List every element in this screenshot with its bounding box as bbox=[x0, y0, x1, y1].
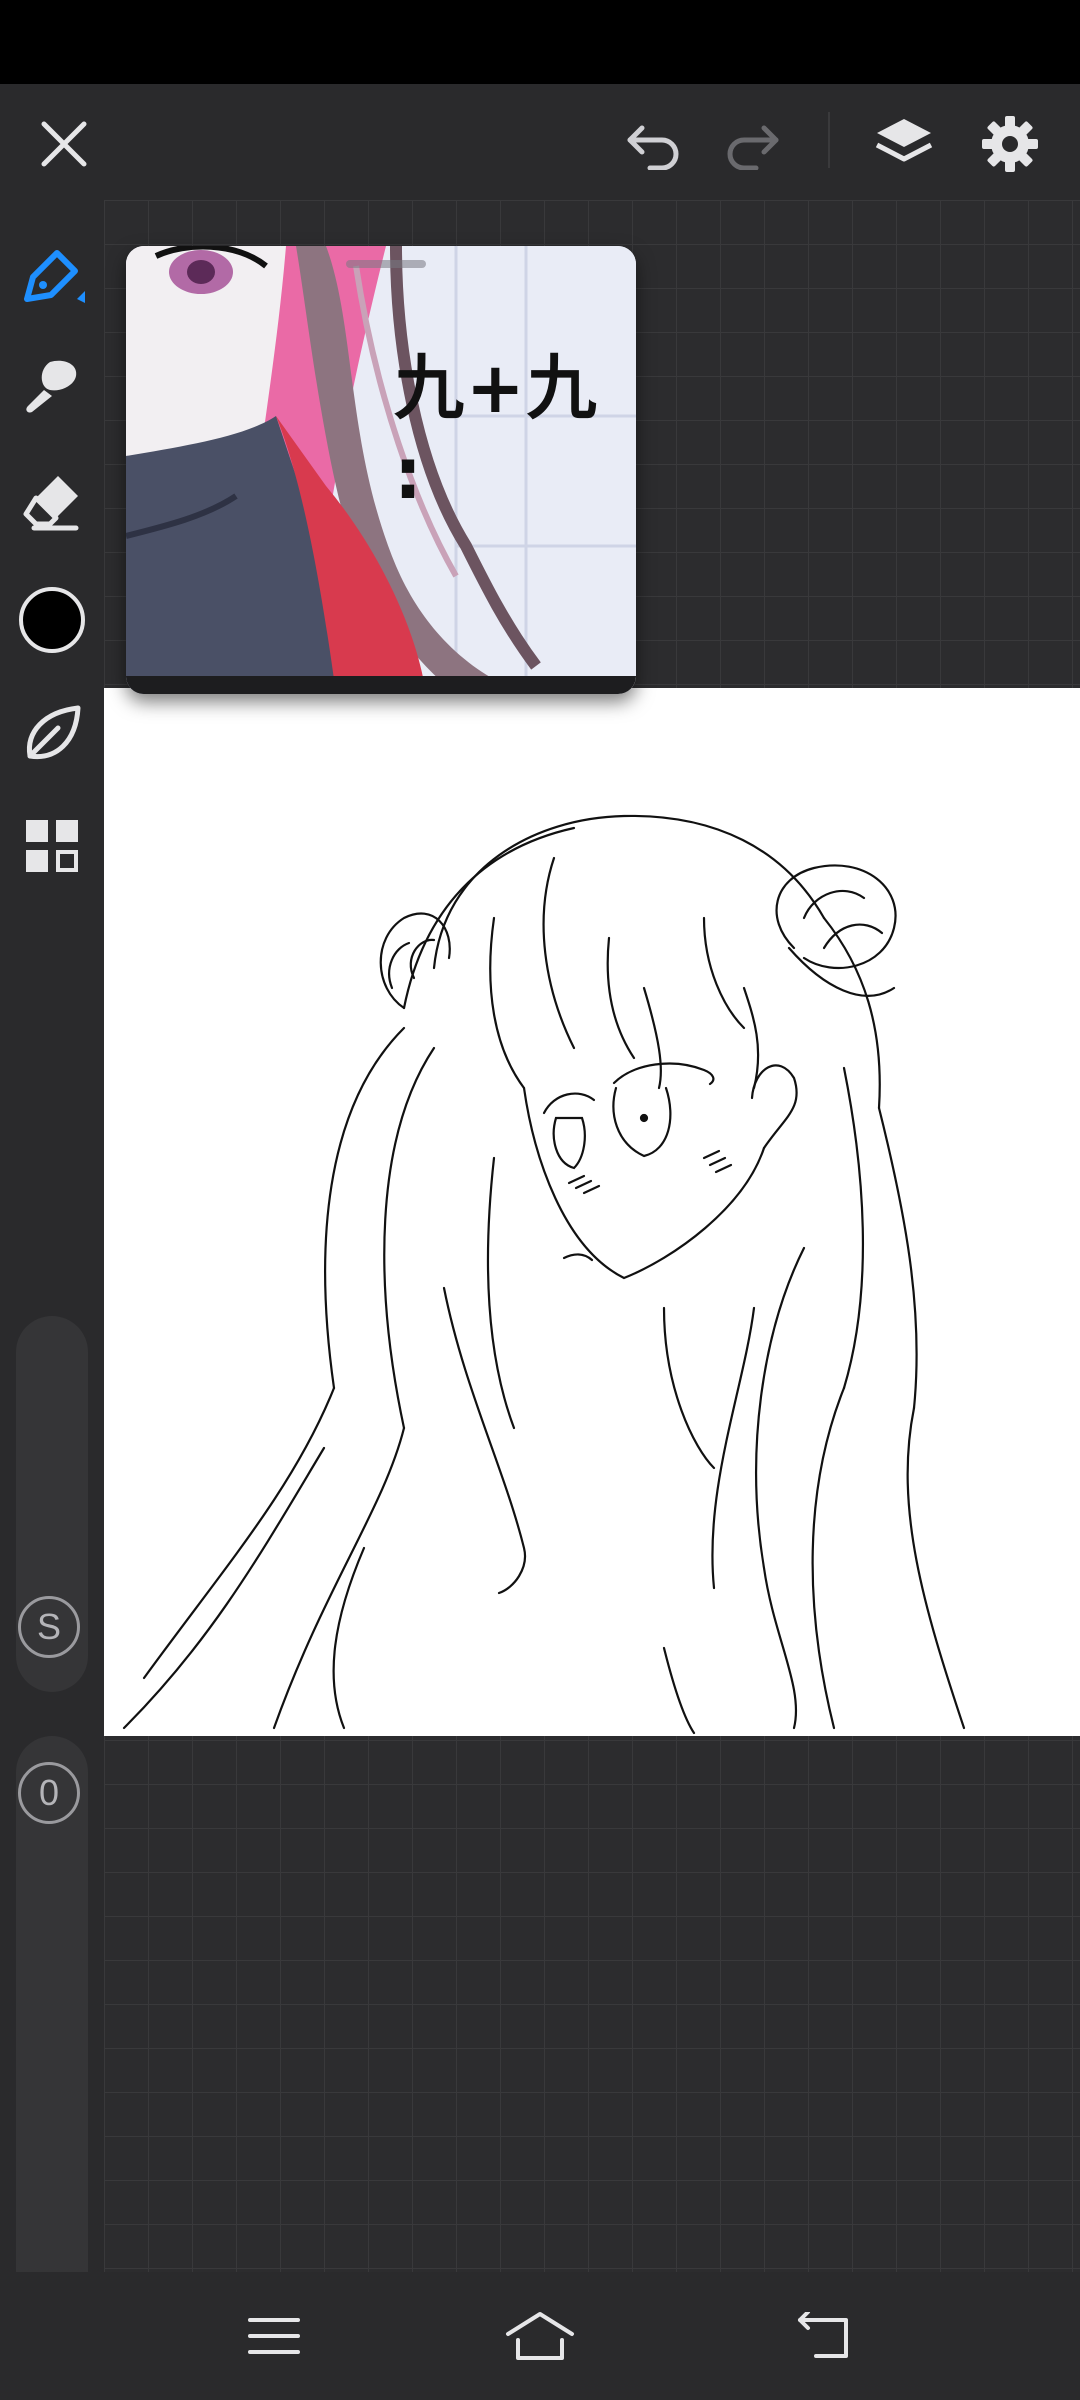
size-slider-badge: S bbox=[18, 1596, 80, 1658]
layers-button[interactable] bbox=[866, 106, 942, 182]
reference-image-window[interactable]: 九+九 : bbox=[126, 246, 636, 694]
eraser-tool-button[interactable] bbox=[12, 462, 92, 542]
reference-caption-text: 九+九 : bbox=[394, 347, 599, 515]
eraser-tool-icon bbox=[23, 476, 79, 531]
tool-sidebar: S 0 bbox=[0, 200, 104, 2330]
settings-icon bbox=[982, 116, 1038, 172]
gallery-grid-icon bbox=[26, 820, 78, 872]
settings-button[interactable] bbox=[972, 106, 1048, 182]
opacity-slider[interactable]: 0 bbox=[16, 1736, 88, 2330]
back-icon bbox=[798, 2312, 848, 2358]
pen-tool-button[interactable] bbox=[12, 236, 92, 316]
redo-button[interactable] bbox=[716, 110, 788, 178]
leaf-brush-icon bbox=[26, 705, 81, 760]
gallery-grid-button[interactable] bbox=[12, 806, 92, 886]
close-icon bbox=[41, 121, 87, 167]
menu-button[interactable] bbox=[236, 2298, 312, 2374]
status-bar bbox=[0, 0, 1080, 84]
redo-icon bbox=[727, 125, 779, 170]
color-swatch bbox=[19, 587, 85, 653]
opacity-slider-badge: 0 bbox=[18, 1762, 80, 1824]
top-toolbar bbox=[0, 84, 1080, 200]
close-button[interactable] bbox=[30, 110, 98, 178]
toolbar-divider bbox=[828, 112, 830, 168]
home-button[interactable] bbox=[502, 2298, 578, 2374]
pen-tool-icon bbox=[24, 250, 85, 303]
drawing-canvas[interactable] bbox=[104, 688, 1080, 1736]
layers-icon bbox=[875, 119, 933, 162]
brush-size-slider[interactable]: S bbox=[16, 1316, 88, 1692]
color-swatch-button[interactable] bbox=[12, 580, 92, 660]
undo-button[interactable] bbox=[618, 110, 690, 178]
reference-drag-handle[interactable] bbox=[346, 260, 426, 268]
menu-icon bbox=[248, 2318, 300, 2354]
home-icon bbox=[506, 2312, 574, 2360]
system-nav-bar bbox=[0, 2272, 1080, 2400]
back-button[interactable] bbox=[786, 2298, 862, 2374]
undo-icon bbox=[627, 125, 679, 170]
leaf-brush-button[interactable] bbox=[12, 694, 92, 774]
brush-tool-icon bbox=[26, 360, 77, 413]
brush-tool-button[interactable] bbox=[12, 346, 92, 426]
line-art-drawing bbox=[122, 814, 966, 1735]
